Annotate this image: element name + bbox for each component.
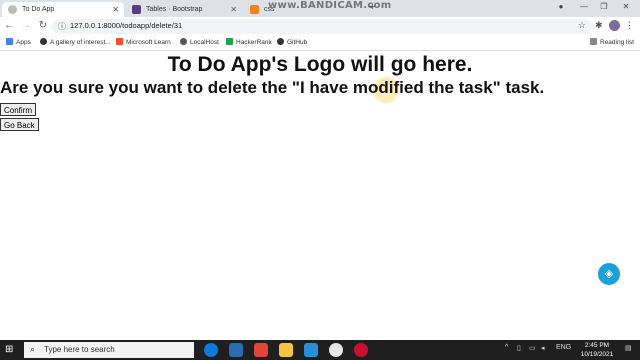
battery-icon[interactable]: ▭: [529, 344, 536, 352]
bookmark-localhost[interactable]: LocalHost: [180, 37, 219, 49]
bookmark-gallery[interactable]: A gallery of interest...: [40, 37, 111, 49]
bookmark-microsoft-learn[interactable]: Microsoft Learn: [116, 37, 171, 49]
vscode-icon[interactable]: [304, 343, 318, 357]
windows-start-icon[interactable]: ⊞: [5, 344, 13, 355]
url-text: 127.0.0.1:8000/todoapp/delete/31: [70, 21, 183, 30]
menu-dots-icon[interactable]: ⋮: [625, 20, 634, 31]
chrome-icon[interactable]: [329, 343, 343, 357]
hackerrank-icon: [226, 38, 233, 45]
go-back-button[interactable]: Go Back: [0, 118, 39, 131]
bookmark-hackerrank[interactable]: HackerRank: [226, 37, 272, 49]
clock-time: 2:45 PM: [584, 342, 610, 349]
close-icon[interactable]: ✕: [230, 2, 237, 17]
globe-icon: [8, 5, 17, 14]
floating-action-icon[interactable]: ◈: [598, 263, 620, 285]
apps-grid-icon: [6, 38, 13, 45]
forward-arrow-icon[interactable]: →: [20, 20, 32, 31]
taskbar-search[interactable]: ⌕ Type here to search: [24, 342, 194, 358]
avatar[interactable]: [609, 20, 620, 31]
confirm-button[interactable]: Confirm: [0, 103, 37, 116]
tab-search-icon[interactable]: ●: [555, 2, 567, 11]
clock[interactable]: 2:45 PM 10/19/2021: [578, 341, 616, 359]
info-icon[interactable]: ⓘ: [58, 21, 66, 32]
close-window-button[interactable]: ✕: [620, 2, 632, 11]
tab-strip: To Do App ✕ Tables · Bootstrap ✕ css www…: [0, 0, 640, 17]
address-bar[interactable]: ⓘ 127.0.0.1:8000/todoapp/delete/31 ☆: [52, 19, 592, 34]
bandicam-icon[interactable]: [354, 343, 368, 357]
github-icon: [277, 38, 284, 45]
tray-chevron-icon[interactable]: ^: [505, 344, 508, 351]
delete-question: Are you sure you want to delete the "I h…: [0, 78, 545, 97]
wps-icon[interactable]: [254, 343, 268, 357]
taskbar: ⊞ ⌕ Type here to search ^ ▯ ▭ ◂ ENG 2:45…: [0, 340, 640, 360]
browser-toolbar: ← → ↻ ⓘ 127.0.0.1:8000/todoapp/delete/31…: [0, 17, 640, 36]
minimize-button[interactable]: —: [578, 2, 590, 11]
bookmark-label: HackerRank: [236, 39, 272, 46]
maximize-button[interactable]: ❐: [598, 2, 610, 11]
volume-icon[interactable]: ◂: [541, 344, 545, 352]
bookmark-label: LocalHost: [190, 39, 219, 46]
bookmark-star-icon[interactable]: ☆: [578, 20, 586, 31]
notification-icon[interactable]: ▤: [625, 344, 632, 352]
clock-date: 10/19/2021: [580, 351, 614, 358]
search-placeholder: Type here to search: [44, 345, 115, 354]
close-icon[interactable]: ✕: [112, 2, 119, 17]
page-title: To Do App's Logo will go here.: [167, 53, 473, 76]
edge-icon[interactable]: [204, 343, 218, 357]
tab-to-do-app[interactable]: To Do App ✕: [2, 2, 124, 17]
reading-list[interactable]: Reading list: [590, 37, 634, 49]
store-icon[interactable]: [229, 343, 243, 357]
bookmarks-bar: Apps A gallery of interest... Microsoft …: [0, 36, 640, 51]
reload-icon[interactable]: ↻: [37, 20, 49, 31]
globe-icon: [180, 38, 187, 45]
github-icon: [40, 38, 47, 45]
stackoverflow-icon: [250, 5, 259, 14]
microsoft-icon: [116, 38, 123, 45]
bookmark-label: A gallery of interest...: [50, 39, 111, 46]
reading-list-label: Reading list: [600, 39, 634, 46]
bookmark-label: Apps: [16, 39, 31, 46]
new-tab-button[interactable]: +: [369, 1, 375, 13]
reading-list-icon: [590, 38, 597, 45]
network-icon[interactable]: ▯: [517, 344, 521, 352]
extensions-icon[interactable]: ✱: [595, 20, 603, 31]
search-icon: ⌕: [30, 344, 36, 354]
bookmark-apps[interactable]: Apps: [6, 37, 31, 49]
file-explorer-icon[interactable]: [279, 343, 293, 357]
tab-title: Tables · Bootstrap: [146, 6, 203, 13]
bookmark-label: GitHub: [287, 39, 308, 46]
back-arrow-icon[interactable]: ←: [3, 20, 15, 31]
bookmark-label: Microsoft Learn: [126, 39, 171, 46]
bootstrap-icon: [132, 5, 141, 14]
tab-title: To Do App: [22, 6, 55, 13]
tab-bootstrap[interactable]: Tables · Bootstrap ✕: [126, 2, 242, 17]
bookmark-github[interactable]: GitHub: [277, 37, 307, 49]
language-indicator[interactable]: ENG: [556, 344, 571, 351]
